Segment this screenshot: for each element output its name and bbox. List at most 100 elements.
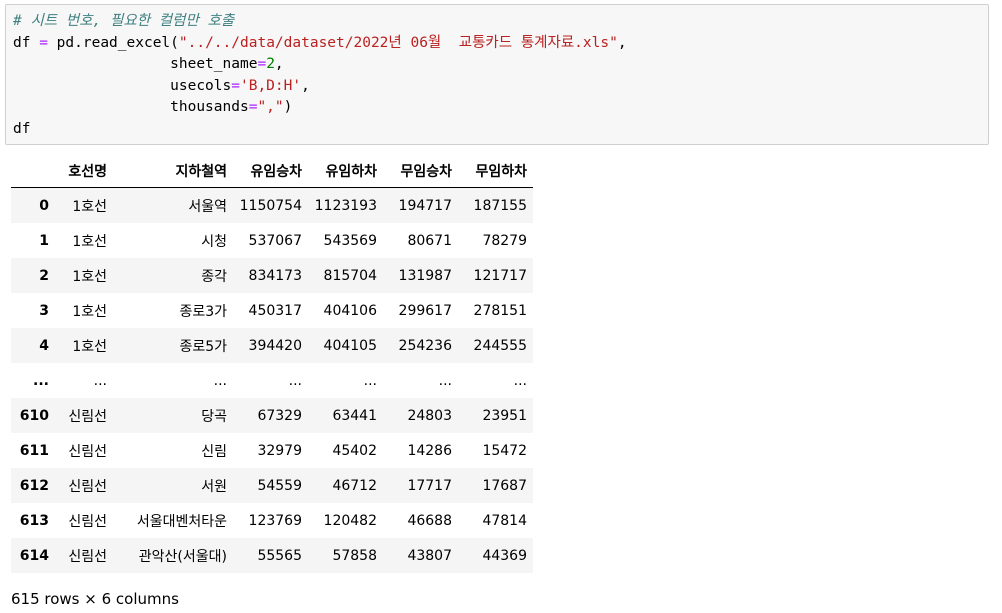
table-cell: 시청 xyxy=(201,233,227,250)
table-cell: ... xyxy=(213,372,227,389)
code-line-2: df = pd.read_excel("../../data/dataset/2… xyxy=(13,33,988,55)
table-cell: 종로3가 xyxy=(179,303,227,320)
code-token: , xyxy=(617,34,627,51)
row-index: 612 xyxy=(19,477,49,494)
table-cell: 63441 xyxy=(332,407,377,424)
table-cell: 45402 xyxy=(332,442,377,459)
table-cell: 1호선 xyxy=(72,338,107,355)
code-line-1: # 시트 번호, 필요한 컬럼만 호출 xyxy=(13,11,988,33)
table-cell: 당곡 xyxy=(201,408,227,425)
table-cell: 1123193 xyxy=(314,197,377,214)
table-row: 0 1호선 서울역 1150754 1123193 194717 187155 xyxy=(11,187,533,223)
cell-output: 호선명 지하철역 유임승차 유임하차 무임승차 무임하차 0 1호선 서울역 1… xyxy=(11,154,533,573)
code-token: 'B,D:H' xyxy=(239,77,302,94)
code-token: = xyxy=(39,34,48,51)
table-cell: 815704 xyxy=(323,267,377,284)
table-cell: 17717 xyxy=(407,477,452,494)
table-cell: 46688 xyxy=(407,512,452,529)
table-cell: 서원 xyxy=(201,478,227,495)
code-line-6: df xyxy=(13,119,988,141)
code-token: , xyxy=(274,56,284,72)
code-token: 2 xyxy=(266,56,275,72)
code-token: ) xyxy=(283,99,293,115)
table-row: 2 1호선 종각 834173 815704 131987 121717 xyxy=(11,258,533,293)
code-comment: # 시트 번호, 필요한 컬럼만 호출 xyxy=(13,13,235,29)
table-cell: 서울대벤처타운 xyxy=(136,513,227,530)
table-cell: 254236 xyxy=(398,337,452,354)
table-cell: ... xyxy=(93,372,107,389)
table-cell: 서울역 xyxy=(188,198,227,215)
column-header: 유임승차 xyxy=(233,154,308,188)
table-cell: 종각 xyxy=(201,268,227,285)
code-token: usecols xyxy=(170,77,232,94)
row-index: 1 xyxy=(39,232,49,249)
table-cell: 57858 xyxy=(332,547,377,564)
table-cell: ... xyxy=(438,372,452,389)
table-cell: 신림선 xyxy=(68,513,107,530)
row-index: 4 xyxy=(39,337,49,354)
row-index: 2 xyxy=(39,267,49,284)
code-line-3: sheet_name=2, xyxy=(13,54,988,76)
table-row: 612 신림선 서원 54559 46712 17717 17687 xyxy=(11,468,533,503)
table-row: 614 신림선 관악산(서울대) 55565 57858 43807 44369 xyxy=(11,538,533,573)
table-cell: 131987 xyxy=(398,267,452,284)
row-index: 613 xyxy=(19,512,49,529)
code-token: thousands xyxy=(170,99,249,115)
table-cell: 54559 xyxy=(257,477,302,494)
table-cell: 78279 xyxy=(482,232,527,249)
table-row: 611 신림선 신림 32979 45402 14286 15472 xyxy=(11,433,533,468)
table-cell: 24803 xyxy=(407,407,452,424)
table-cell: 121717 xyxy=(473,267,527,284)
table-cell: 1호선 xyxy=(72,268,107,285)
table-cell: 신림 xyxy=(201,443,227,460)
table-row: 1 1호선 시청 537067 543569 80671 78279 xyxy=(11,223,533,258)
column-header: 호선명 xyxy=(55,154,113,188)
table-cell: 120482 xyxy=(323,512,377,529)
code-token: pd.read_excel( xyxy=(56,34,179,51)
table-cell: 450317 xyxy=(248,302,302,319)
row-index: 3 xyxy=(39,302,49,319)
table-cell: ... xyxy=(288,372,302,389)
code-token: sheet_name xyxy=(170,56,258,72)
code-token: "," xyxy=(257,99,284,115)
table-cell: 관악산(서울대) xyxy=(138,548,227,565)
table-cell: 834173 xyxy=(248,267,302,284)
table-cell: 44369 xyxy=(482,547,527,564)
table-cell: 15472 xyxy=(482,442,527,459)
row-index: 0 xyxy=(39,197,49,214)
code-line-5: thousands=",") xyxy=(13,97,988,119)
code-line-4: usecols='B,D:H', xyxy=(13,76,988,98)
table-cell: 32979 xyxy=(257,442,302,459)
table-cell: 47814 xyxy=(482,512,527,529)
code-token: = xyxy=(231,77,240,94)
table-row: 4 1호선 종로5가 394420 404105 254236 244555 xyxy=(11,328,533,363)
code-token: , xyxy=(301,77,310,94)
dataframe-table: 호선명 지하철역 유임승차 유임하차 무임승차 무임하차 0 1호선 서울역 1… xyxy=(11,154,533,573)
column-header: 유임하차 xyxy=(308,154,383,188)
table-cell: 67329 xyxy=(257,407,302,424)
table-cell: 543569 xyxy=(323,232,377,249)
table-cell: 394420 xyxy=(248,337,302,354)
table-cell: 123769 xyxy=(248,512,302,529)
table-header-row: 호선명 지하철역 유임승차 유임하차 무임승차 무임하차 xyxy=(11,154,533,188)
table-cell: ... xyxy=(363,372,377,389)
table-cell: 80671 xyxy=(407,232,452,249)
column-header: 무임하차 xyxy=(458,154,533,188)
table-cell: 404106 xyxy=(323,302,377,319)
table-cell: 187155 xyxy=(473,197,527,214)
table-cell: 278151 xyxy=(473,302,527,319)
table-cell: 1호선 xyxy=(72,198,107,215)
table-cell: 46712 xyxy=(332,477,377,494)
table-cell: 1호선 xyxy=(72,303,107,320)
column-header xyxy=(11,154,55,188)
code-token: df xyxy=(13,120,31,137)
table-row: 613 신림선 서울대벤처타운 123769 120482 46688 4781… xyxy=(11,503,533,538)
table-cell: 1호선 xyxy=(72,233,107,250)
table-cell: 신림선 xyxy=(68,478,107,495)
table-cell: 194717 xyxy=(398,197,452,214)
dataframe-shape-text: 615 rows × 6 columns xyxy=(11,590,179,608)
table-cell: 43807 xyxy=(407,547,452,564)
table-cell: 신림선 xyxy=(68,408,107,425)
column-header: 무임승차 xyxy=(383,154,458,188)
code-cell-input[interactable]: # 시트 번호, 필요한 컬럼만 호출 df = pd.read_excel(".… xyxy=(5,4,989,145)
